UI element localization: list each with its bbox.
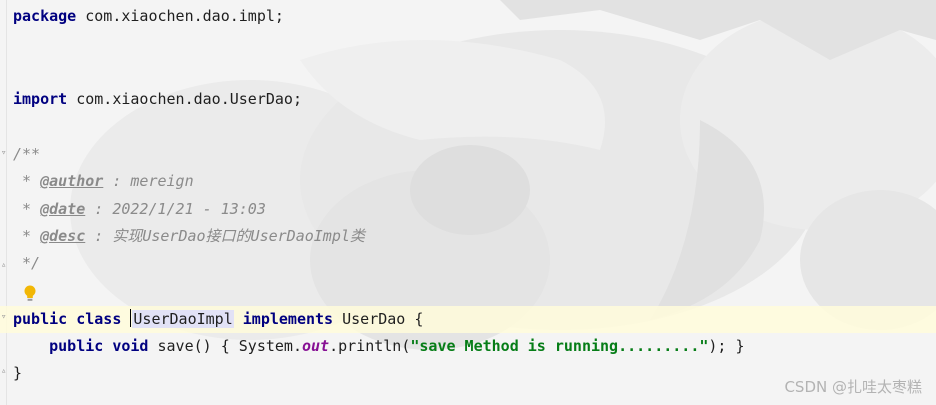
lightbulb-icon[interactable] [24,285,36,302]
doc-prefix: * [13,227,41,245]
keyword-import: import [13,90,68,108]
fold-icon[interactable]: ▿ [1,312,9,322]
code-editor[interactable]: ▿ ▵ ▿ ▵ package com.xiaochen.dao.impl; i… [0,0,936,405]
doc-date-text: : 2022/1/21 - 13:03 [85,200,266,218]
method-signature: save() { System. [148,337,302,355]
doc-prefix: * [13,172,41,190]
doc-desc-text: : 实现UserDao接口的UserDaoImpl类 [85,227,365,245]
keyword-implements: implements [242,310,334,328]
code-line-method[interactable]: public void save() { System.out.println(… [13,333,745,360]
code-line-class-close[interactable]: } [13,360,22,387]
string-literal: "save Method is running........." [410,337,709,355]
keyword-public: public [13,310,68,328]
fold-icon[interactable]: ▿ [1,148,9,158]
watermark: CSDN @扎哇太枣糕 [784,378,922,396]
class-name[interactable]: UserDaoImpl [132,310,234,328]
keyword-package: package [13,7,77,25]
doc-comment-close[interactable]: */ [13,250,40,277]
code-line-package[interactable]: package com.xiaochen.dao.impl; [13,3,284,30]
keyword-class: class [76,310,122,328]
import-name: com.xiaochen.dao.UserDao; [67,90,302,108]
doc-tag-desc: @desc [40,227,86,245]
fold-icon[interactable]: ▵ [1,366,9,376]
doc-comment-open[interactable]: /** [13,141,40,168]
code-line-class-declaration[interactable]: public class UserDaoImpl implements User… [13,306,423,333]
doc-tag-date: @date [40,200,86,218]
doc-comment-date-line[interactable]: * @date : 2022/1/21 - 13:03 [13,196,266,223]
code-line-import[interactable]: import com.xiaochen.dao.UserDao; [13,86,302,113]
keyword-void: void [112,337,149,355]
gutter-separator [6,0,7,405]
static-field-out: out [302,337,330,355]
doc-prefix: * [13,200,41,218]
doc-comment-author-line[interactable]: * @author : mereign [13,168,194,195]
doc-comment-desc-line[interactable]: * @desc : 实现UserDao接口的UserDaoImpl类 [13,223,365,250]
println-call: .println( [329,337,411,355]
fold-icon[interactable]: ▵ [1,260,9,270]
keyword-public: public [49,337,104,355]
doc-author-text: : mereign [103,172,194,190]
interface-part: UserDao { [333,310,424,328]
package-name: com.xiaochen.dao.impl; [76,7,284,25]
method-close: ); } [708,337,745,355]
doc-tag-author: @author [40,172,104,190]
